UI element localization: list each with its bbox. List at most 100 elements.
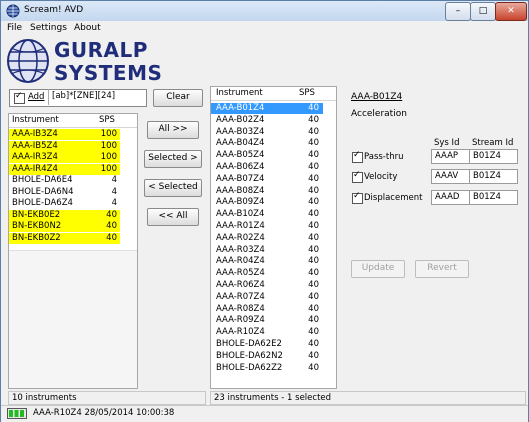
detail-sensor-type: Acceleration — [351, 109, 407, 119]
right-col-instrument[interactable]: Instrument — [216, 88, 263, 98]
menu-about[interactable]: About — [74, 23, 101, 33]
table-row[interactable]: BN-EKB0N2 40 — [9, 221, 120, 232]
left-status-text: 10 instruments — [12, 393, 77, 403]
move-selected-left-button[interactable]: < Selected — [144, 179, 202, 197]
instrument-name: BHOLE-DA6E4 — [12, 175, 73, 185]
instrument-sps: 4 — [111, 198, 117, 208]
instrument-sps: 40 — [106, 232, 117, 243]
right-status-text: 23 instruments - 1 selected — [214, 393, 332, 403]
clear-button[interactable]: Clear — [153, 89, 203, 107]
available-instruments-list[interactable]: Instrument SPS AAA-IB3Z4 100 AAA-IB5Z4 100 A… — [8, 113, 138, 389]
table-row[interactable]: BN-EKB0E2 40 — [9, 209, 120, 221]
instrument-sps: 40 — [308, 209, 319, 220]
velocity-streamid-field[interactable]: B01Z4 — [469, 169, 518, 184]
instrument-name: AAA-R05Z4 — [216, 268, 265, 279]
table-row[interactable]: AAA-R06Z4 40 — [211, 280, 323, 291]
table-row[interactable]: BHOLE-DA62E2 40 — [211, 339, 323, 350]
table-row[interactable]: AAA-R04Z4 40 — [211, 256, 323, 267]
table-row[interactable]: BHOLE-DA6Z4 4 — [9, 198, 120, 209]
table-row[interactable]: AAA-B03Z4 40 — [211, 127, 323, 138]
right-col-sps[interactable]: SPS — [299, 88, 315, 98]
app-globe-icon — [6, 4, 20, 18]
instrument-name: AAA-B01Z4 — [216, 103, 265, 113]
menu-settings[interactable]: Settings — [30, 23, 67, 33]
instrument-name: AAA-B10Z4 — [216, 209, 265, 220]
table-row[interactable]: AAA-B01Z4 40 — [211, 103, 323, 114]
table-row[interactable]: AAA-R01Z4 40 — [211, 221, 323, 232]
table-row[interactable]: BHOLE-DA62Z2 40 — [211, 363, 323, 374]
right-table-header: Instrument SPS — [211, 87, 336, 101]
table-row[interactable]: AAA-B02Z4 40 — [211, 115, 323, 126]
instrument-name: AAA-R06Z4 — [216, 280, 265, 290]
instrument-sps: 40 — [308, 114, 319, 125]
table-row[interactable]: AAA-IB3Z4 100 — [9, 129, 120, 140]
velocity-checkbox[interactable] — [352, 170, 363, 183]
menu-bar: File Settings About — [1, 21, 528, 37]
left-col-instrument[interactable]: Instrument — [12, 115, 59, 125]
instrument-sps: 100 — [100, 152, 117, 162]
instrument-name: BN-EKB0E2 — [12, 209, 61, 220]
selected-instruments-list[interactable]: Instrument SPS AAA-B01Z4 40 AAA-B02Z4 40 AAA… — [210, 86, 337, 389]
instrument-sps: 40 — [308, 138, 319, 149]
table-row[interactable]: AAA-B08Z4 40 — [211, 186, 323, 197]
instrument-name: AAA-R03Z4 — [216, 244, 265, 255]
move-all-right-button[interactable]: All >> — [147, 121, 199, 139]
displacement-sysid-field[interactable]: AAAD — [431, 190, 470, 205]
pass-thru-streamid-field[interactable]: B01Z4 — [469, 149, 518, 164]
instrument-sps: 100 — [100, 140, 117, 151]
instrument-sps: 40 — [308, 350, 319, 361]
displacement-streamid-field[interactable]: B01Z4 — [469, 190, 518, 205]
table-row[interactable]: AAA-IB5Z4 100 — [9, 140, 120, 152]
table-row[interactable]: AAA-R09Z4 40 — [211, 315, 323, 326]
move-selected-right-button[interactable]: Selected > — [144, 150, 202, 168]
maximize-button[interactable]: □ — [470, 2, 496, 21]
table-row[interactable]: AAA-R02Z4 40 — [211, 233, 323, 244]
filter-pattern-input[interactable]: [ab]*[ZNE][24] — [49, 90, 144, 103]
instrument-name: AAA-B09Z4 — [216, 197, 265, 208]
table-row[interactable]: AAA-R10Z4 40 — [211, 327, 323, 338]
table-row[interactable]: AAA-R07Z4 40 — [211, 292, 323, 303]
table-row[interactable]: AAA-B06Z4 40 — [211, 162, 323, 173]
table-row[interactable]: BHOLE-DA6N4 4 — [9, 187, 120, 198]
instrument-sps: 40 — [308, 173, 319, 184]
table-row[interactable]: AAA-B07Z4 40 — [211, 174, 323, 185]
instrument-name: AAA-R09Z4 — [216, 315, 265, 326]
instrument-name: AAA-IB3Z4 — [12, 129, 58, 139]
globe-logo-icon — [7, 39, 49, 83]
table-row[interactable]: AAA-R03Z4 40 — [211, 245, 323, 256]
instrument-sps: 40 — [308, 303, 319, 314]
instrument-sps: 4 — [111, 175, 117, 185]
minimize-button[interactable]: – — [445, 2, 471, 21]
instrument-name: BN-EKB0N2 — [12, 221, 62, 231]
table-row[interactable]: BN-EKB0Z2 40 — [9, 232, 120, 244]
table-row[interactable]: AAA-B10Z4 40 — [211, 209, 323, 220]
move-all-left-button[interactable]: << All — [147, 208, 199, 226]
left-col-sps[interactable]: SPS — [99, 115, 115, 125]
close-button[interactable]: ✕ — [495, 2, 527, 21]
instrument-sps: 40 — [308, 268, 319, 279]
table-row[interactable]: AAA-IR4Z4 100 — [9, 163, 120, 175]
left-table-header: Instrument SPS — [9, 114, 137, 128]
instrument-name: BHOLE-DA62Z2 — [216, 362, 283, 373]
title-bar[interactable]: Scream! AVD – □ ✕ — [1, 1, 528, 21]
pass-thru-sysid-field[interactable]: AAAP — [431, 149, 470, 164]
update-button[interactable]: Update — [351, 260, 405, 278]
window-title: Scream! AVD — [24, 5, 84, 15]
table-row[interactable]: AAA-B05Z4 40 — [211, 150, 323, 161]
table-row[interactable]: AAA-IR3Z4 100 — [9, 152, 120, 163]
instrument-sps: 40 — [308, 256, 319, 267]
table-row[interactable]: AAA-B09Z4 40 — [211, 197, 323, 208]
menu-file[interactable]: File — [7, 23, 22, 33]
velocity-label: Velocity — [364, 172, 398, 182]
table-row[interactable]: AAA-R08Z4 40 — [211, 304, 323, 315]
table-row[interactable]: BHOLE-DA6E4 4 — [9, 175, 120, 186]
revert-button[interactable]: Revert — [415, 260, 469, 278]
velocity-sysid-field[interactable]: AAAV — [431, 169, 470, 184]
instrument-name: AAA-B05Z4 — [216, 150, 265, 161]
table-row[interactable]: BHOLE-DA62N2 40 — [211, 351, 323, 362]
table-row[interactable]: AAA-R05Z4 40 — [211, 268, 323, 279]
displacement-checkbox[interactable] — [352, 191, 363, 204]
table-row[interactable]: AAA-B04Z4 40 — [211, 138, 323, 149]
add-checkbox[interactable] — [14, 91, 25, 104]
pass-thru-checkbox[interactable] — [352, 150, 363, 163]
